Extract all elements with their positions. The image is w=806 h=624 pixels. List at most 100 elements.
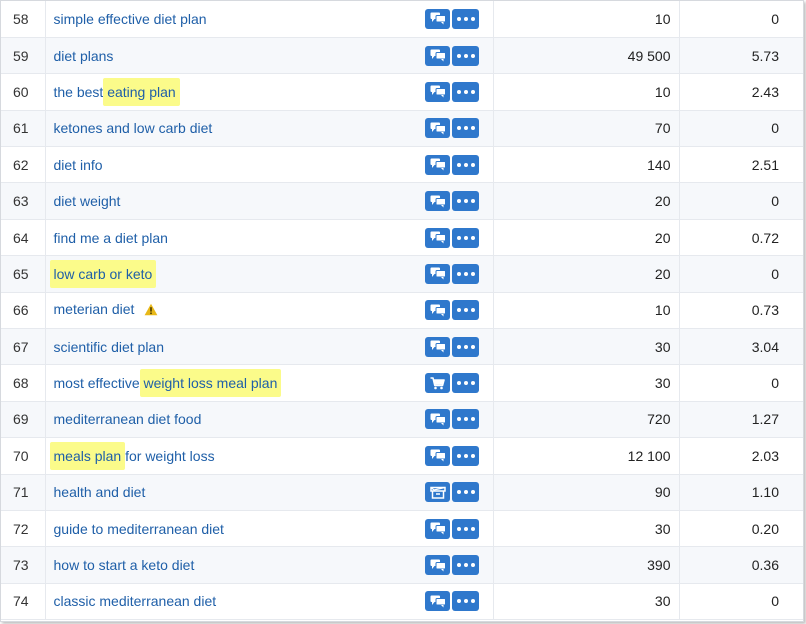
chat-bubbles-button[interactable]: [425, 336, 450, 357]
action-buttons: [425, 300, 492, 321]
keyword-link[interactable]: scientific diet plan: [54, 339, 165, 355]
keyword-text: how to start a keto diet: [53, 557, 195, 574]
keyword-link[interactable]: most effective weight loss meal plan: [54, 369, 282, 398]
chat-bubbles-button[interactable]: [425, 45, 450, 66]
more-options-button[interactable]: [452, 591, 479, 612]
action-buttons: [425, 191, 492, 212]
chat-bubbles-icon: [430, 267, 446, 280]
keyword-link[interactable]: guide to mediterranean diet: [54, 521, 224, 537]
more-dots-icon: [456, 53, 475, 58]
actions-cell: [425, 510, 494, 548]
more-dots-icon: [456, 89, 475, 94]
keyword-link[interactable]: low carb or keto: [49, 259, 157, 288]
more-options-button[interactable]: [452, 45, 479, 66]
search-volume: 30: [493, 583, 680, 621]
more-options-button[interactable]: [452, 191, 479, 212]
chat-bubbles-button[interactable]: [425, 555, 450, 576]
chat-bubbles-button[interactable]: [425, 300, 450, 321]
keyword-link[interactable]: find me a diet plan: [54, 230, 168, 246]
search-volume: 30: [493, 328, 680, 366]
chat-bubbles-button[interactable]: [425, 81, 450, 102]
more-options-button[interactable]: [452, 81, 479, 102]
cpc-value: 0.36: [679, 546, 803, 584]
shopping-cart-button[interactable]: [425, 373, 450, 394]
chat-bubbles-button[interactable]: [425, 154, 450, 175]
action-buttons: [425, 336, 492, 357]
chat-bubbles-button[interactable]: [425, 118, 450, 139]
chat-bubbles-button[interactable]: [425, 263, 450, 284]
keyword-text: diet info: [53, 156, 103, 173]
more-options-button[interactable]: [452, 263, 479, 284]
chat-bubbles-button[interactable]: [425, 8, 450, 29]
more-options-button[interactable]: [452, 154, 479, 175]
more-dots-icon: [456, 308, 475, 313]
keyword-cell: classic mediterranean diet: [45, 583, 425, 621]
keyword-link[interactable]: simple effective diet plan: [54, 11, 207, 27]
keyword-link[interactable]: meterian diet: [54, 301, 135, 317]
keyword-cell: diet plans: [45, 37, 425, 75]
actions-cell: [425, 146, 494, 184]
more-options-button[interactable]: [452, 227, 479, 248]
chat-bubbles-button[interactable]: [425, 191, 450, 212]
chat-bubbles-button[interactable]: [425, 445, 450, 466]
keyword-link[interactable]: classic mediterranean diet: [54, 593, 217, 609]
keyword-cell: meterian diet: [45, 292, 425, 330]
cpc-value: 0: [679, 1, 803, 38]
table-row: 73 how to start a keto diet 390 0.36: [1, 546, 803, 584]
search-volume: 720: [493, 401, 680, 439]
keyword-link[interactable]: diet info: [54, 157, 103, 173]
chat-bubbles-button[interactable]: [425, 591, 450, 612]
more-options-button[interactable]: [452, 555, 479, 576]
more-options-button[interactable]: [452, 518, 479, 539]
row-number: 63: [1, 182, 46, 220]
action-buttons: [425, 591, 492, 612]
keyword-cell: the best eating plan: [45, 73, 425, 111]
keyword-text: diet plans: [53, 47, 114, 64]
row-number: 66: [1, 292, 46, 330]
row-number: 72: [1, 510, 46, 548]
keyword-link[interactable]: meals plan for weight loss: [49, 441, 215, 470]
keyword-link[interactable]: diet plans: [54, 48, 114, 64]
keyword-table-panel: 58 simple effective diet plan 10 0 59 diet pl…: [0, 0, 804, 622]
table-row: 72 guide to mediterranean diet 30 0.20: [1, 510, 803, 548]
cpc-value: 0.72: [679, 219, 803, 257]
open-box-button[interactable]: [425, 482, 450, 503]
more-options-button[interactable]: [452, 300, 479, 321]
cpc-value: 0.73: [679, 292, 803, 330]
chat-bubbles-icon: [430, 12, 446, 25]
more-options-button[interactable]: [452, 336, 479, 357]
keyword-text: scientific diet plan: [53, 338, 165, 355]
keyword-link[interactable]: the best eating plan: [54, 77, 180, 106]
row-number: 59: [1, 37, 46, 75]
action-buttons: [425, 45, 492, 66]
chat-bubbles-button[interactable]: [425, 409, 450, 430]
more-options-button[interactable]: [452, 118, 479, 139]
chat-bubbles-icon: [430, 304, 446, 317]
keyword-text: for weight loss: [121, 447, 215, 464]
keyword-cell: simple effective diet plan: [45, 1, 425, 38]
more-options-button[interactable]: [452, 8, 479, 29]
keyword-cell: how to start a keto diet: [45, 546, 425, 584]
keyword-link[interactable]: ketones and low carb diet: [54, 120, 213, 136]
more-options-button[interactable]: [452, 445, 479, 466]
keyword-link[interactable]: mediterranean diet food: [54, 411, 202, 427]
search-volume: 20: [493, 255, 680, 293]
chat-bubbles-button[interactable]: [425, 518, 450, 539]
actions-cell: [425, 437, 494, 475]
keyword-link[interactable]: diet weight: [54, 193, 121, 209]
more-options-button[interactable]: [452, 409, 479, 430]
keyword-table-body: 58 simple effective diet plan 10 0 59 diet pl…: [1, 1, 803, 621]
cpc-value: 1.27: [679, 401, 803, 439]
more-options-button[interactable]: [452, 482, 479, 503]
keyword-link[interactable]: health and diet: [54, 484, 146, 500]
keyword-link[interactable]: how to start a keto diet: [54, 557, 195, 573]
more-options-button[interactable]: [452, 373, 479, 394]
search-volume: 10: [493, 73, 680, 111]
cpc-value: 0: [679, 364, 803, 402]
keyword-text: ketones and low carb diet: [53, 120, 213, 137]
keyword-text: meterian diet: [53, 301, 135, 318]
table-row: 71 health and diet 90 1.10: [1, 474, 803, 511]
keyword-cell: mediterranean diet food: [45, 401, 425, 439]
action-buttons: [425, 445, 492, 466]
chat-bubbles-button[interactable]: [425, 227, 450, 248]
